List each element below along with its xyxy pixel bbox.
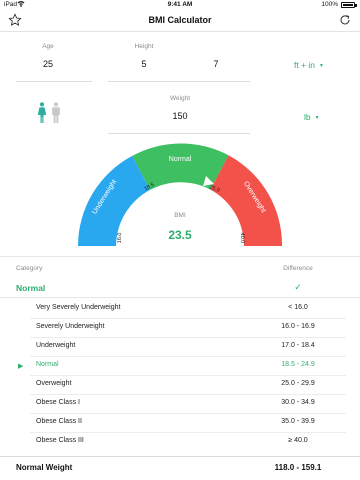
height-unit-label: ft + in bbox=[294, 60, 316, 70]
female-icon[interactable] bbox=[37, 102, 47, 129]
bmi-label: BMI bbox=[174, 212, 186, 219]
category-range: 35.0 - 39.9 bbox=[281, 418, 315, 425]
category-name: Normal bbox=[36, 361, 59, 368]
table-row: Obese Class III ≥ 40.0 bbox=[0, 433, 360, 452]
category-name: Obese Class II bbox=[36, 418, 82, 425]
male-icon[interactable] bbox=[51, 102, 61, 129]
gauge-tick-16: 16.0 bbox=[117, 233, 123, 244]
weight-input[interactable]: 150 bbox=[150, 108, 210, 124]
table-row: Overweight 25.0 - 29.9 bbox=[0, 376, 360, 395]
gauge-tick-40: 40.0 bbox=[239, 233, 245, 244]
category-name: Very Severely Underweight bbox=[36, 304, 121, 311]
height-label: Height bbox=[134, 43, 154, 50]
category-name: Overweight bbox=[36, 380, 72, 387]
height-underline bbox=[108, 81, 250, 82]
category-range: 25.0 - 29.9 bbox=[281, 380, 315, 387]
difference-header: Difference bbox=[283, 265, 313, 272]
category-range: 18.5 - 24.9 bbox=[281, 361, 315, 368]
category-header: Category bbox=[16, 265, 43, 272]
category-range: < 16.0 bbox=[288, 304, 308, 311]
table-row: Underweight 17.0 - 18.4 bbox=[0, 338, 360, 357]
bmi-gauge-svg: Underweight Normal Overweight 16.0 18.5 … bbox=[78, 143, 283, 246]
status-bar: iPad 9:41 AM 100% bbox=[0, 0, 360, 10]
table-row: ▶ Normal 18.5 - 24.9 bbox=[0, 357, 360, 376]
table-row: Severely Underweight 16.0 - 16.9 bbox=[0, 319, 360, 338]
category-name: Severely Underweight bbox=[36, 323, 105, 330]
age-underline bbox=[16, 81, 92, 82]
weight-unit-label: lb bbox=[304, 112, 311, 122]
category-range: 30.0 - 34.9 bbox=[281, 399, 315, 406]
checkmark-icon: ✓ bbox=[294, 282, 302, 292]
age-input[interactable]: 25 bbox=[18, 56, 78, 72]
height-inches-input[interactable]: 7 bbox=[186, 56, 246, 72]
battery-tip bbox=[355, 4, 357, 7]
chevron-down-icon: ▼ bbox=[314, 114, 320, 121]
chevron-down-icon: ▼ bbox=[319, 62, 324, 69]
bmi-gauge: Underweight Normal Overweight 16.0 18.5 … bbox=[0, 136, 360, 256]
page-title: BMI Calculator bbox=[148, 15, 212, 25]
battery-icon bbox=[341, 2, 355, 8]
normal-weight-label: Normal Weight bbox=[16, 463, 73, 472]
category-name: Underweight bbox=[36, 342, 76, 349]
height-feet-input[interactable]: 5 bbox=[114, 56, 174, 72]
navigation-bar: BMI Calculator bbox=[0, 10, 360, 32]
gauge-segment-underweight bbox=[78, 155, 151, 246]
category-range: 17.0 - 18.4 bbox=[281, 342, 315, 349]
height-unit-selector[interactable]: ft + in ▼ bbox=[294, 60, 324, 70]
category-range: 16.0 - 16.9 bbox=[281, 323, 315, 330]
weight-underline bbox=[108, 133, 250, 134]
refresh-icon[interactable] bbox=[338, 13, 352, 27]
gauge-divider bbox=[0, 256, 360, 257]
status-time: 9:41 AM bbox=[167, 1, 193, 8]
category-range: ≥ 40.0 bbox=[288, 437, 308, 444]
gauge-label-normal: Normal bbox=[169, 156, 192, 163]
category-name: Obese Class I bbox=[36, 399, 80, 406]
category-name: Obese Class III bbox=[36, 437, 84, 444]
normal-weight-value: 118.0 - 159.1 bbox=[274, 463, 322, 472]
age-label: Age bbox=[42, 43, 54, 50]
table-row: Very Severely Underweight < 16.0 bbox=[0, 300, 360, 319]
weight-unit-selector[interactable]: lb ▼ bbox=[304, 112, 320, 122]
play-icon: ▶ bbox=[18, 363, 24, 370]
battery-percentage: 100% bbox=[321, 1, 338, 8]
table-row: Obese Class II 35.0 - 39.9 bbox=[0, 414, 360, 433]
current-category: Normal bbox=[16, 283, 46, 293]
table-header-divider bbox=[0, 297, 360, 298]
weight-label: Weight bbox=[169, 95, 191, 102]
table-row: Obese Class I 30.0 - 34.9 bbox=[0, 395, 360, 414]
normal-weight-footer: Normal Weight 118.0 - 159.1 bbox=[0, 456, 360, 480]
bmi-value: 23.5 bbox=[168, 228, 192, 242]
